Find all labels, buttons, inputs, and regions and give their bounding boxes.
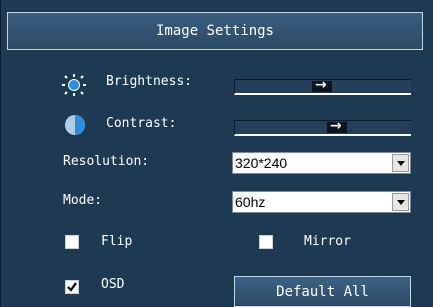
dropdown-arrow-icon[interactable] xyxy=(392,154,409,172)
contrast-slider[interactable] xyxy=(234,118,411,136)
mode-label: Mode: xyxy=(63,193,103,208)
brightness-label: Brightness: xyxy=(106,74,193,89)
contrast-label: Contrast: xyxy=(106,116,177,131)
sun-icon xyxy=(61,74,87,100)
osd-checkbox[interactable] xyxy=(65,280,79,294)
check-icon xyxy=(67,282,77,292)
mirror-label: Mirror xyxy=(304,234,351,249)
brightness-slider-thumb[interactable] xyxy=(312,77,332,93)
default-all-button[interactable]: Default All xyxy=(234,276,411,307)
contrast-icon xyxy=(63,113,87,141)
osd-label: OSD xyxy=(101,277,125,292)
image-settings-panel: Image Settings Brightness: Cont xyxy=(0,0,433,307)
flip-checkbox[interactable] xyxy=(65,235,79,249)
resolution-select[interactable]: 320*240 xyxy=(232,152,411,174)
mode-value: 60hz xyxy=(235,194,266,210)
mirror-checkbox[interactable] xyxy=(259,235,273,249)
dropdown-arrow-icon[interactable] xyxy=(392,193,409,211)
panel-title: Image Settings xyxy=(7,12,423,50)
flip-label: Flip xyxy=(101,234,133,249)
mode-select[interactable]: 60hz xyxy=(232,191,411,213)
resolution-value: 320*240 xyxy=(235,155,288,171)
brightness-slider[interactable] xyxy=(234,77,411,95)
contrast-slider-thumb[interactable] xyxy=(327,118,347,134)
resolution-label: Resolution: xyxy=(63,154,150,169)
